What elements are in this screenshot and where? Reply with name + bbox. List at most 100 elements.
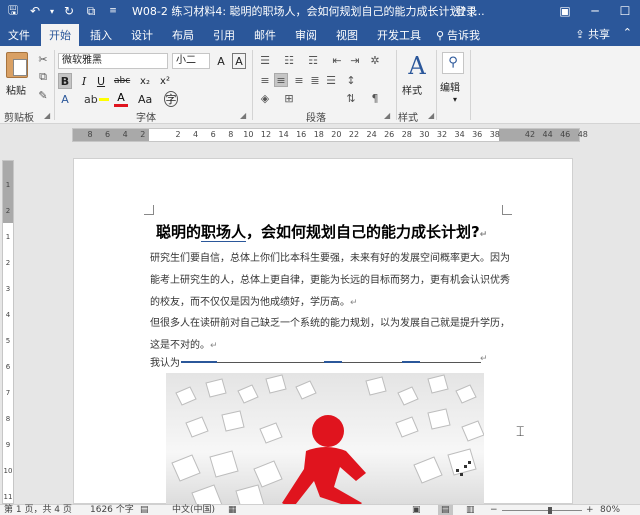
styles-launcher-icon[interactable]: ◢ bbox=[428, 111, 434, 120]
vertical-ruler-tick-label: 5 bbox=[5, 337, 11, 345]
web-layout-icon[interactable]: ▥ bbox=[466, 505, 475, 515]
body-line-6[interactable]: 我认为 bbox=[150, 354, 180, 369]
save-icon[interactable]: 🖫 bbox=[4, 2, 22, 20]
chevron-down-icon[interactable]: ▾ bbox=[448, 91, 462, 107]
ruler-tick-label: 14 bbox=[278, 130, 289, 139]
bullets-icon[interactable]: ☰ bbox=[258, 53, 272, 67]
tab-references[interactable]: 引用 bbox=[205, 24, 243, 46]
paragraph-mark-icon: ↵ bbox=[350, 298, 358, 308]
paste-button[interactable]: 粘贴 bbox=[6, 82, 26, 97]
collapse-ribbon-icon[interactable]: ⌃ bbox=[623, 26, 632, 39]
body-line-5-text: 这是不对的。 bbox=[150, 340, 210, 351]
body-line-1[interactable]: 研究生们要自信，总体上你们比本科生要强，未来有好的发展空间概率更大。因为 bbox=[150, 249, 510, 264]
document-title[interactable]: 聪明的职场人，会如何规划自己的能力成长计划?↵ bbox=[156, 221, 487, 242]
find-icon[interactable]: ⚲ bbox=[442, 52, 464, 74]
horizontal-ruler[interactable]: 8 6 4 2 2 4 6 8 10 12 14 16 18 20 22 24 26 28 30 32 34 36 38 42… bbox=[0, 124, 640, 146]
cut-icon[interactable]: ✂ bbox=[36, 52, 50, 66]
vertical-ruler[interactable]: 1 2 1 2 3 4 5 6 7 8 9 10 11 bbox=[0, 146, 16, 504]
tab-home[interactable]: 开始 bbox=[41, 24, 79, 46]
redo-icon[interactable]: ↻ bbox=[60, 2, 78, 20]
clipboard-launcher-icon[interactable]: ◢ bbox=[44, 111, 50, 120]
align-center-icon[interactable]: ≡ bbox=[274, 73, 288, 87]
page-count[interactable]: 第 1 页，共 4 页 bbox=[4, 505, 72, 515]
font-name-select[interactable]: 微软雅黑 bbox=[58, 53, 168, 69]
login-link[interactable]: 登录 bbox=[455, 3, 477, 19]
tab-view[interactable]: 视图 bbox=[328, 24, 366, 46]
superscript-button[interactable]: x² bbox=[158, 73, 172, 89]
undo-dropdown-icon[interactable]: ▾ bbox=[48, 2, 56, 20]
read-mode-icon[interactable]: ▣ bbox=[412, 505, 421, 515]
line-spacing-icon[interactable]: ↕ bbox=[344, 73, 358, 87]
styles-button[interactable]: 样式 bbox=[402, 81, 422, 97]
italic-button[interactable]: I bbox=[77, 73, 91, 89]
enclose-char-icon[interactable]: 字 bbox=[164, 91, 178, 107]
font-grow-button[interactable]: A bbox=[214, 53, 228, 69]
copy-icon[interactable]: ⧉ bbox=[36, 70, 50, 84]
distributed-icon[interactable]: ☰ bbox=[324, 73, 338, 87]
tab-developer[interactable]: 开发工具 bbox=[369, 24, 429, 46]
word-count[interactable]: 1626 个字 bbox=[90, 505, 134, 515]
touch-mode-icon[interactable]: ⧉ bbox=[82, 2, 100, 20]
print-layout-icon[interactable]: ▤ bbox=[438, 505, 453, 515]
format-painter-icon[interactable]: ✎ bbox=[36, 88, 50, 102]
body-line-4[interactable]: 但很多人在读研前对自己缺乏一个系统的能力规划，以为发展自己就是提升学历， bbox=[150, 314, 510, 329]
ruler-tick-label: 6 bbox=[105, 130, 111, 139]
decrease-indent-icon[interactable]: ⇤ bbox=[330, 53, 344, 67]
tab-file[interactable]: 文件 bbox=[0, 24, 38, 46]
zoom-slider-thumb[interactable] bbox=[548, 507, 552, 514]
zoom-in-icon[interactable]: + bbox=[586, 505, 594, 515]
language[interactable]: 中文(中国) bbox=[172, 505, 215, 515]
paste-icon[interactable] bbox=[6, 52, 28, 78]
strikethrough-button[interactable]: abc bbox=[114, 73, 130, 89]
bold-button[interactable]: B bbox=[58, 73, 72, 89]
align-left-icon[interactable]: ≡ bbox=[258, 73, 272, 87]
numbering-icon[interactable]: ☷ bbox=[282, 53, 296, 67]
text-effects-button[interactable]: A bbox=[58, 91, 72, 107]
tab-mailings[interactable]: 邮件 bbox=[246, 24, 284, 46]
align-right-icon[interactable]: ≡ bbox=[292, 73, 306, 87]
minimize-icon[interactable]: ─ bbox=[580, 0, 610, 22]
body-line-5[interactable]: 这是不对的。↵ bbox=[150, 336, 218, 351]
customize-icon[interactable]: ≡ bbox=[104, 2, 122, 20]
ribbon-display-icon[interactable]: ▣ bbox=[550, 0, 580, 22]
clear-format-button[interactable]: A bbox=[232, 53, 246, 69]
body-line-3[interactable]: 的校友，而不仅仅是因为他成绩好，学历高。↵ bbox=[150, 293, 358, 308]
font-color-button[interactable]: A bbox=[114, 91, 128, 107]
tab-insert[interactable]: 插入 bbox=[82, 24, 120, 46]
styles-icon[interactable]: A bbox=[404, 52, 430, 80]
tab-layout[interactable]: 布局 bbox=[164, 24, 202, 46]
document-page[interactable]: 聪明的职场人，会如何规划自己的能力成长计划?↵ 研究生们要自信，总体上你们比本科… bbox=[73, 158, 573, 505]
borders-icon[interactable]: ⊞ bbox=[282, 91, 296, 105]
shading-icon[interactable]: ◈ bbox=[258, 91, 272, 105]
change-case-button[interactable]: Aa bbox=[138, 91, 152, 107]
tab-review[interactable]: 审阅 bbox=[287, 24, 325, 46]
chinese-layout-icon[interactable]: ✲ bbox=[368, 53, 382, 67]
highlight-icon[interactable]: ab bbox=[84, 91, 109, 107]
paragraph-mark-icon: ↵ bbox=[210, 341, 218, 351]
document-image[interactable] bbox=[166, 373, 484, 505]
justify-icon[interactable]: ≣ bbox=[308, 73, 322, 87]
zoom-slider[interactable] bbox=[502, 510, 582, 511]
tab-design[interactable]: 设计 bbox=[123, 24, 161, 46]
underline-button[interactable]: U bbox=[94, 73, 108, 89]
proofing-icon[interactable]: ▤ bbox=[140, 505, 149, 515]
undo-icon[interactable]: ↶ bbox=[26, 2, 44, 20]
tell-me-search[interactable]: ⚲ 告诉我 bbox=[436, 24, 480, 46]
maximize-icon[interactable]: ☐ bbox=[610, 0, 640, 22]
font-size-select[interactable]: 小二 bbox=[172, 53, 210, 69]
multilevel-list-icon[interactable]: ☶ bbox=[306, 53, 320, 67]
vertical-scrollbar[interactable] bbox=[626, 146, 640, 504]
macro-icon[interactable]: ▦ bbox=[228, 505, 237, 515]
zoom-out-icon[interactable]: − bbox=[490, 505, 498, 515]
paragraph-mark-icon[interactable]: ¶ bbox=[368, 91, 382, 105]
zoom-level[interactable]: 80% bbox=[600, 505, 620, 515]
body-line-2[interactable]: 能考上研究生的人，总体上更自律，更能为长远的目标而努力，更有机会认识优秀 bbox=[150, 271, 510, 286]
share-icon: ⇪ bbox=[575, 28, 585, 41]
vertical-ruler-tick-label: 6 bbox=[5, 363, 11, 371]
share-button[interactable]: ⇪ 共享 bbox=[575, 26, 610, 42]
sort-icon[interactable]: ⇅ bbox=[344, 91, 358, 105]
font-launcher-icon[interactable]: ◢ bbox=[240, 111, 246, 120]
paragraph-launcher-icon[interactable]: ◢ bbox=[384, 111, 390, 120]
subscript-button[interactable]: x₂ bbox=[138, 73, 152, 89]
increase-indent-icon[interactable]: ⇥ bbox=[348, 53, 362, 67]
